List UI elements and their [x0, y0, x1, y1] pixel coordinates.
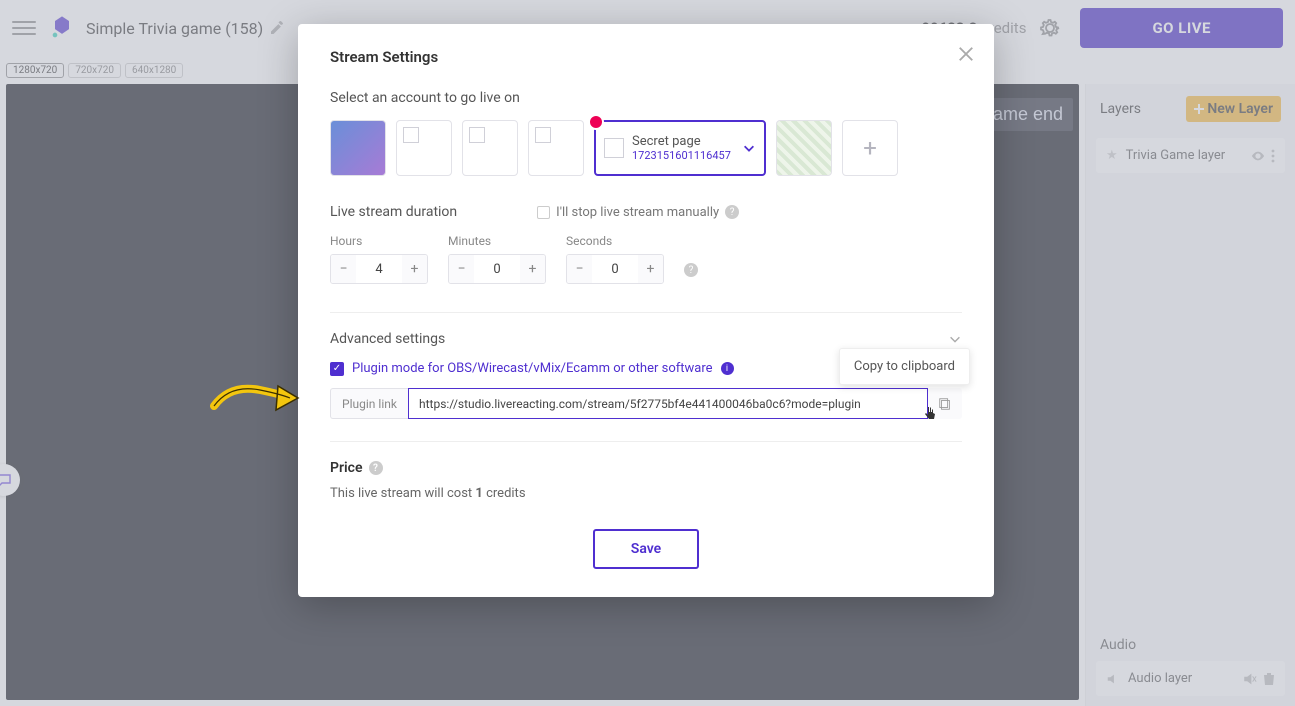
modal-overlay[interactable]: Stream Settings Select an account to go … [0, 0, 1295, 706]
chevron-down-icon [948, 332, 962, 346]
copy-icon [938, 397, 952, 411]
advanced-settings-toggle[interactable]: Advanced settings [330, 331, 962, 347]
minutes-stepper: − + [448, 254, 546, 284]
increment-button[interactable]: + [638, 255, 663, 283]
chevron-down-icon [742, 141, 756, 155]
save-button[interactable]: Save [593, 529, 699, 569]
plugin-link-input[interactable] [408, 388, 928, 419]
stream-settings-modal: Stream Settings Select an account to go … [298, 24, 994, 597]
copy-tooltip: Copy to clipboard [839, 348, 970, 385]
help-icon[interactable]: ? [369, 461, 383, 475]
close-icon[interactable] [956, 44, 976, 64]
select-account-label: Select an account to go live on [330, 90, 962, 106]
account-tile[interactable] [528, 120, 584, 176]
checkbox-checked-icon: ✓ [330, 362, 344, 376]
price-label: Price [330, 460, 363, 476]
increment-button[interactable]: + [520, 255, 545, 283]
increment-button[interactable]: + [402, 255, 427, 283]
duration-label: Live stream duration [330, 204, 457, 220]
manual-stop-checkbox[interactable]: I'll stop live stream manually ? [537, 205, 739, 220]
modal-title: Stream Settings [330, 48, 962, 66]
decrement-button[interactable]: − [449, 255, 474, 283]
plugin-link-label: Plugin link [330, 388, 408, 419]
help-icon[interactable]: ? [684, 263, 698, 277]
account-tile[interactable] [462, 120, 518, 176]
decrement-button[interactable]: − [567, 255, 592, 283]
account-id: 1723151601116457 [632, 149, 731, 162]
account-list: Secret page 1723151601116457 + [330, 120, 962, 176]
copy-button[interactable] [928, 388, 962, 419]
minutes-input[interactable] [474, 255, 520, 283]
account-name: Secret page [632, 134, 731, 150]
price-text: This live stream will cost 1 credits [330, 486, 962, 501]
add-account-button[interactable]: + [842, 120, 898, 176]
help-icon[interactable]: ? [725, 205, 739, 219]
seconds-label: Seconds [566, 234, 664, 248]
minutes-label: Minutes [448, 234, 546, 248]
notification-badge-icon [588, 114, 604, 130]
account-tile-selected[interactable]: Secret page 1723151601116457 [594, 120, 766, 176]
seconds-input[interactable] [592, 255, 638, 283]
decrement-button[interactable]: − [331, 255, 356, 283]
hours-stepper: − + [330, 254, 428, 284]
hours-input[interactable] [356, 255, 402, 283]
account-tile[interactable] [330, 120, 386, 176]
account-tile[interactable] [396, 120, 452, 176]
annotation-arrow-icon [210, 376, 300, 420]
seconds-stepper: − + [566, 254, 664, 284]
hours-label: Hours [330, 234, 428, 248]
info-icon[interactable]: i [721, 362, 734, 375]
account-tile[interactable] [776, 120, 832, 176]
checkbox-icon [537, 206, 550, 219]
